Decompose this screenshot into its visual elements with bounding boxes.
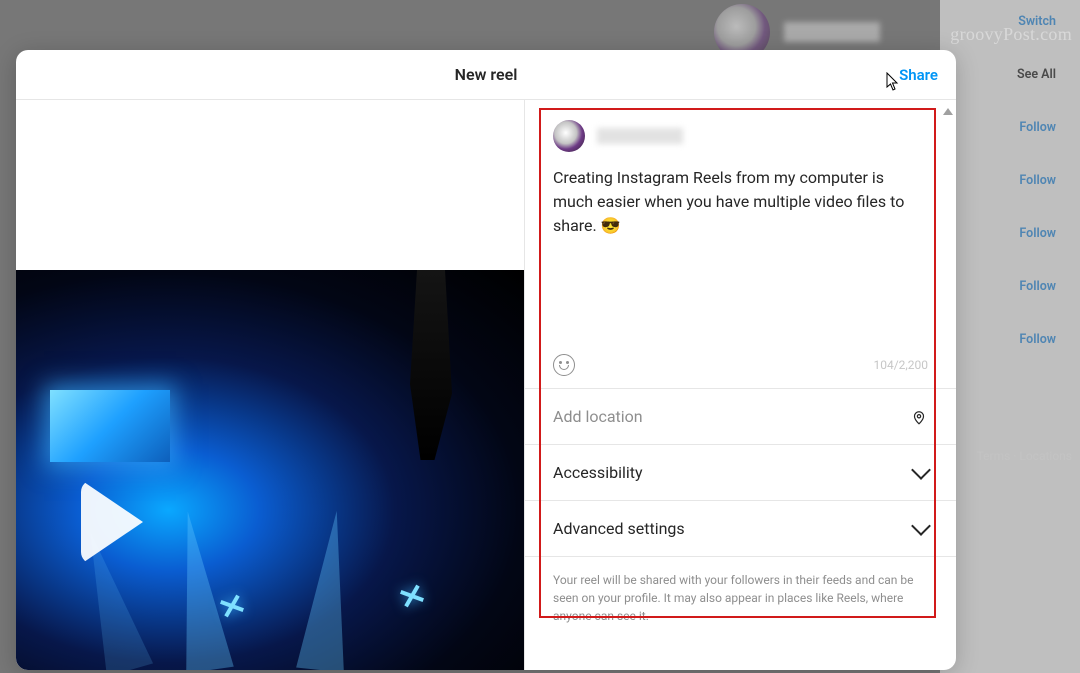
accessibility-label: Accessibility [553,463,643,482]
advanced-settings-label: Advanced settings [553,519,685,538]
modal-header: New reel Share [16,50,956,100]
follow-link[interactable]: Follow [1019,279,1056,294]
avatar [553,120,585,152]
video-thumbnail [16,270,524,670]
play-icon[interactable] [81,480,143,564]
see-all-link[interactable]: See All [1017,67,1056,82]
follow-link[interactable]: Follow [1019,173,1056,188]
details-panel: Creating Instagram Reels from my compute… [524,100,956,670]
video-preview[interactable] [16,100,524,670]
follow-link[interactable]: Follow [1019,332,1056,347]
bg-sidebar: Switch See All Follow Follow Follow Foll… [940,0,1080,673]
accessibility-row[interactable]: Accessibility [525,444,956,500]
char-counter: 104/2,200 [873,358,928,372]
follow-link[interactable]: Follow [1019,120,1056,135]
bg-footer-links[interactable]: Terms · Locations [977,449,1072,463]
new-reel-modal: New reel Share Creat [16,50,956,670]
chevron-down-icon [911,460,931,480]
modal-title: New reel [455,65,518,84]
username-blurred [597,128,683,144]
emoji-picker-icon[interactable] [553,354,575,376]
add-location-placeholder: Add location [553,407,643,426]
username-blurred [784,22,880,42]
watermark: groovyPost.com [950,24,1072,45]
location-pin-icon [910,408,928,426]
scrollbar-up-arrow[interactable] [942,104,954,118]
author-row [553,120,928,152]
advanced-settings-row[interactable]: Advanced settings [525,500,956,556]
caption-input[interactable]: Creating Instagram Reels from my compute… [553,166,928,346]
share-button[interactable]: Share [899,50,938,99]
chevron-down-icon [911,516,931,536]
follow-link[interactable]: Follow [1019,226,1056,241]
add-location-row[interactable]: Add location [525,388,956,444]
disclaimer-text: Your reel will be shared with your follo… [525,556,956,625]
